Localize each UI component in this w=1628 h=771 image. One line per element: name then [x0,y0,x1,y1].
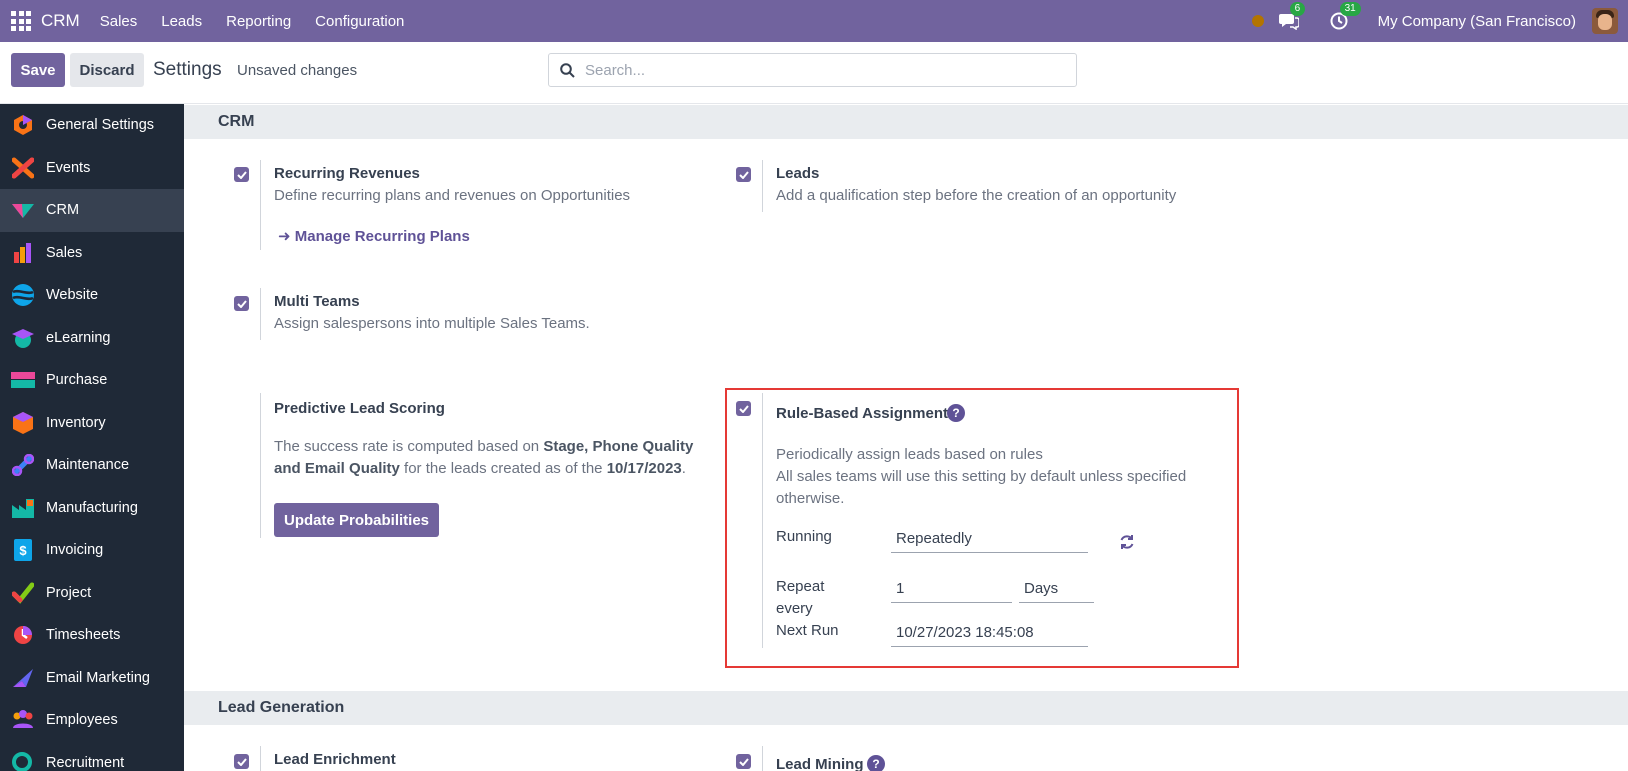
setting-divider [260,288,261,340]
menu-leads[interactable]: Leads [161,13,202,30]
lead-enrichment-title: Lead Enrichment [274,751,396,768]
setting-divider [260,160,261,250]
manage-recurring-plans-link[interactable]: ➜ Manage Recurring Plans [278,227,470,245]
crm-icon [11,198,35,222]
events-icon [11,156,35,180]
sidebar-item-crm[interactable]: CRM [0,189,184,232]
predictive-lead-scoring-title: Predictive Lead Scoring [274,400,445,417]
sidebar-item-sales[interactable]: Sales [0,232,184,275]
app-menu-icon[interactable] [11,11,31,31]
check-icon [236,299,247,308]
lead-mining-title: Lead Mining [776,756,864,771]
arrow-right-icon: ➜ [278,228,295,245]
sidebar-item-project[interactable]: Project [0,572,184,615]
svg-text:$: $ [19,543,27,558]
save-button[interactable]: Save [11,53,65,87]
predictive-desc-line-1: The success rate is computed based on St… [274,438,694,455]
search-input[interactable] [585,61,1045,79]
activities-badge: 31 [1339,2,1361,16]
menu-sales[interactable]: Sales [100,13,138,30]
manufacturing-icon [11,496,35,520]
section-lead-generation-header: Lead Generation [184,691,1628,725]
setting-divider [260,746,261,771]
invoicing-icon: $ [11,538,35,562]
sidebar-item-inventory[interactable]: Inventory [0,402,184,445]
page-title: Settings [153,59,222,80]
section-crm-header: CRM [184,105,1628,139]
leads-title: Leads [776,165,820,182]
sidebar-item-maintenance[interactable]: Maintenance [0,444,184,487]
recurring-revenues-desc: Define recurring plans and revenues on O… [274,187,631,204]
lead-enrichment-checkbox[interactable] [234,754,249,769]
predictive-desc-line-2: and Email Quality for the leads created … [274,460,686,477]
sidebar-item-website[interactable]: Website [0,274,184,317]
sidebar-item-elearning[interactable]: eLearning [0,317,184,360]
leads-desc: Add a qualification step before the crea… [776,187,1177,204]
timesheets-icon [11,623,35,647]
user-avatar[interactable] [1592,8,1618,34]
top-navbar: CRM Sales Leads Reporting Configuration … [0,0,1628,42]
search-box[interactable] [548,53,1077,87]
project-icon [11,581,35,605]
highlight-box [725,388,1239,668]
general-settings-icon [11,113,35,137]
check-icon [236,757,247,766]
sidebar-item-employees[interactable]: Employees [0,699,184,742]
sidebar-item-timesheets[interactable]: Timesheets [0,614,184,657]
multi-teams-desc: Assign salespersons into multiple Sales … [274,315,590,332]
setting-divider [260,393,261,538]
activities-button[interactable]: 31 [1328,2,1361,32]
setting-divider [762,160,763,212]
app-brand[interactable]: CRM [41,11,80,31]
leads-checkbox[interactable] [736,167,751,182]
sidebar-item-general-settings[interactable]: General Settings [0,104,184,147]
recruitment-icon [11,751,35,771]
sidebar-item-events[interactable]: Events [0,147,184,190]
unsaved-changes-label: Unsaved changes [237,62,358,79]
settings-sidebar: General Settings Events CRM Sales Websit… [0,104,184,771]
status-dot-icon[interactable] [1251,15,1264,27]
menu-reporting[interactable]: Reporting [226,13,291,30]
messages-badge: 6 [1289,2,1306,16]
setting-divider [762,746,763,771]
sales-icon [11,241,35,265]
discard-button[interactable]: Discard [70,53,144,87]
messages-button[interactable]: 6 [1278,2,1306,32]
control-panel: Save Discard Settings Unsaved changes [0,42,1628,104]
search-icon [560,62,575,78]
sidebar-item-purchase[interactable]: Purchase [0,359,184,402]
employees-icon [11,708,35,732]
sidebar-item-manufacturing[interactable]: Manufacturing [0,487,184,530]
sidebar-item-recruitment[interactable]: Recruitment [0,742,184,771]
sidebar-item-email-marketing[interactable]: Email Marketing [0,657,184,700]
elearning-icon [11,326,35,350]
recurring-revenues-checkbox[interactable] [234,167,249,182]
check-icon [738,170,749,179]
maintenance-icon [11,453,35,477]
purchase-icon [11,368,35,392]
multi-teams-checkbox[interactable] [234,296,249,311]
help-icon[interactable]: ? [867,755,885,771]
multi-teams-title: Multi Teams [274,293,360,310]
company-switcher[interactable]: My Company (San Francisco) [1378,13,1576,30]
lead-mining-checkbox[interactable] [736,754,751,769]
inventory-icon [11,411,35,435]
check-icon [236,170,247,179]
website-icon [11,283,35,307]
check-icon [738,757,749,766]
sidebar-item-invoicing[interactable]: $ Invoicing [0,529,184,572]
menu-configuration[interactable]: Configuration [315,13,404,30]
email-marketing-icon [11,666,35,690]
recurring-revenues-title: Recurring Revenues [274,165,420,182]
update-probabilities-button[interactable]: Update Probabilities [274,503,439,537]
